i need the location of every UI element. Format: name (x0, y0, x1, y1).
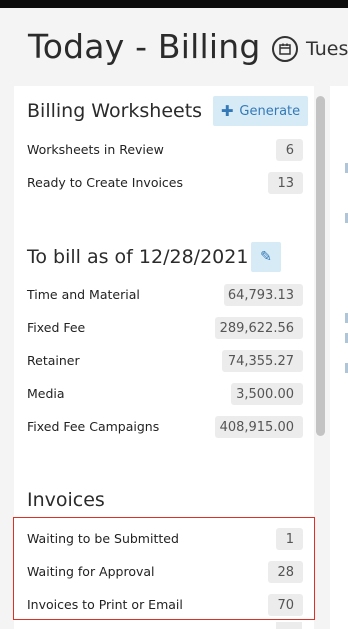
to-bill-title: To bill as of 12/28/2021 (27, 246, 249, 268)
date-selector[interactable]: Tues (272, 36, 348, 62)
date-text: Tues (306, 38, 348, 60)
invoices-highlight-box (13, 517, 315, 620)
pencil-icon: ✎ (260, 249, 272, 265)
invoices-title: Invoices (27, 489, 105, 511)
time-and-material-label[interactable]: Time and Material (27, 287, 140, 302)
generate-label: Generate (239, 103, 301, 119)
retainer-label[interactable]: Retainer (27, 353, 80, 368)
scrollbar-thumb[interactable] (316, 96, 325, 436)
media-value[interactable]: 3,500.00 (231, 383, 303, 405)
right-column (330, 86, 348, 629)
media-label[interactable]: Media (27, 386, 65, 401)
calendar-icon (272, 36, 298, 62)
ready-to-create-invoices-count[interactable]: 13 (268, 172, 303, 194)
partial-badge (276, 622, 302, 629)
ready-to-create-invoices-label[interactable]: Ready to Create Invoices (27, 175, 183, 190)
time-and-material-value[interactable]: 64,793.13 (224, 284, 303, 306)
worksheets-in-review-count[interactable]: 6 (276, 139, 303, 161)
fixed-fee-campaigns-value[interactable]: 408,915.00 (215, 416, 303, 438)
worksheets-in-review-label[interactable]: Worksheets in Review (27, 142, 164, 157)
fixed-fee-campaigns-label[interactable]: Fixed Fee Campaigns (27, 419, 159, 434)
generate-button[interactable]: ✚ Generate (213, 96, 308, 126)
fixed-fee-value[interactable]: 289,622.56 (215, 317, 303, 339)
billing-worksheets-title: Billing Worksheets (27, 100, 203, 122)
top-bar (0, 0, 348, 8)
retainer-value[interactable]: 74,355.27 (222, 350, 303, 372)
fixed-fee-label[interactable]: Fixed Fee (27, 320, 85, 335)
page-title: Today - Billing (28, 27, 261, 66)
plus-icon: ✚ (220, 102, 234, 120)
edit-date-button[interactable]: ✎ (251, 242, 281, 272)
